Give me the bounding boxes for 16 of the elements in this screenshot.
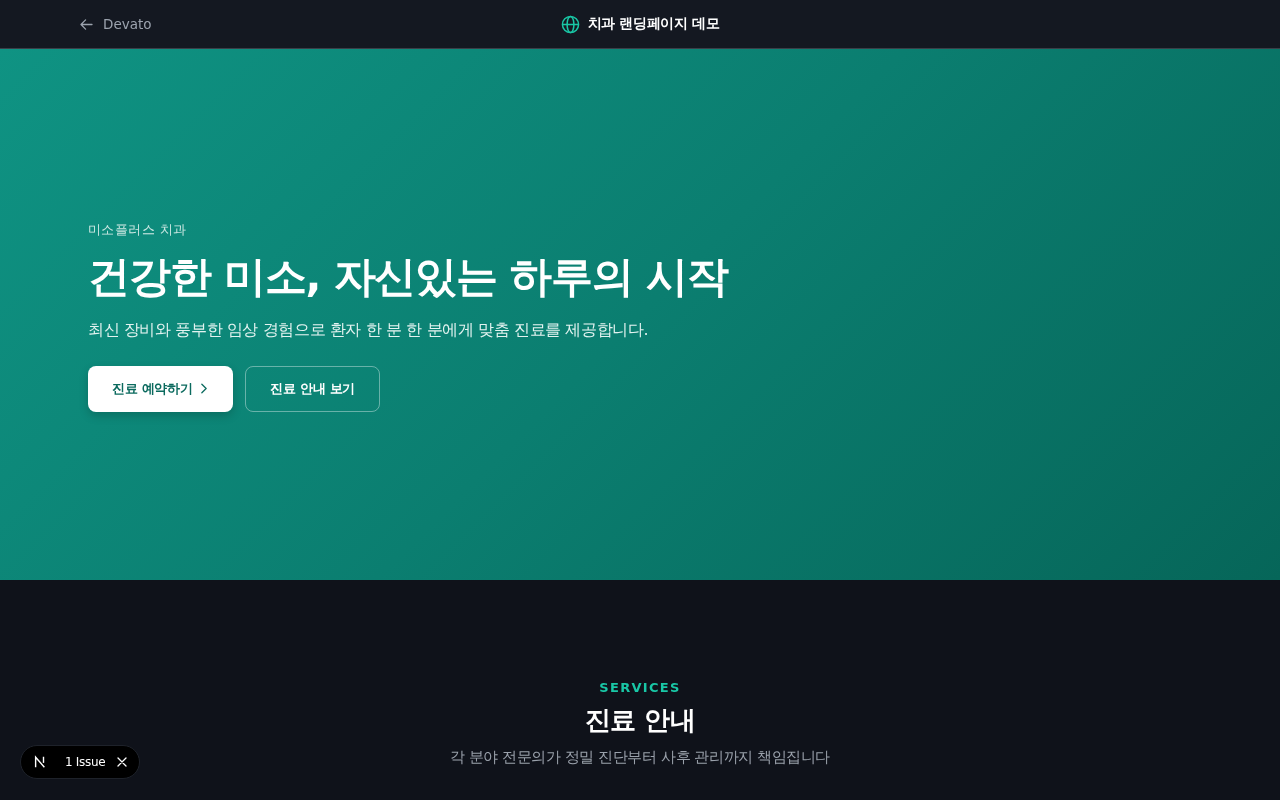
back-arrow-icon bbox=[80, 18, 93, 30]
section-eyebrow: SERVICES bbox=[599, 680, 681, 695]
hero-subtitle: 최신 장비와 풍부한 임상 경험으로 환자 한 분 한 분에게 맞춤 진료를 제공합니다. bbox=[88, 318, 649, 341]
section-subtitle: 각 분야 전문의가 정밀 진단부터 사후 관리까지 책임집니다 bbox=[450, 748, 830, 768]
clinic-name: 미소플러스 치과 bbox=[88, 221, 187, 240]
page-title: 치과 랜딩페이지 데모 bbox=[587, 15, 720, 33]
hero-heading: 건강한 미소, 자신있는 하루의 시작 bbox=[88, 251, 728, 304]
issue-count-button[interactable]: 1 Issue bbox=[53, 755, 110, 769]
section-heading: 진료 안내 bbox=[584, 704, 696, 737]
services-guide-button[interactable]: 진료 안내 보기 bbox=[245, 365, 381, 412]
chevron-right-icon bbox=[201, 383, 208, 395]
close-icon bbox=[117, 757, 128, 767]
logo-icon[interactable] bbox=[33, 755, 47, 769]
book-appointment-button[interactable]: 진료 예약하기 bbox=[88, 365, 234, 412]
globe-icon bbox=[560, 14, 580, 34]
back-link[interactable]: Devato bbox=[80, 16, 152, 32]
